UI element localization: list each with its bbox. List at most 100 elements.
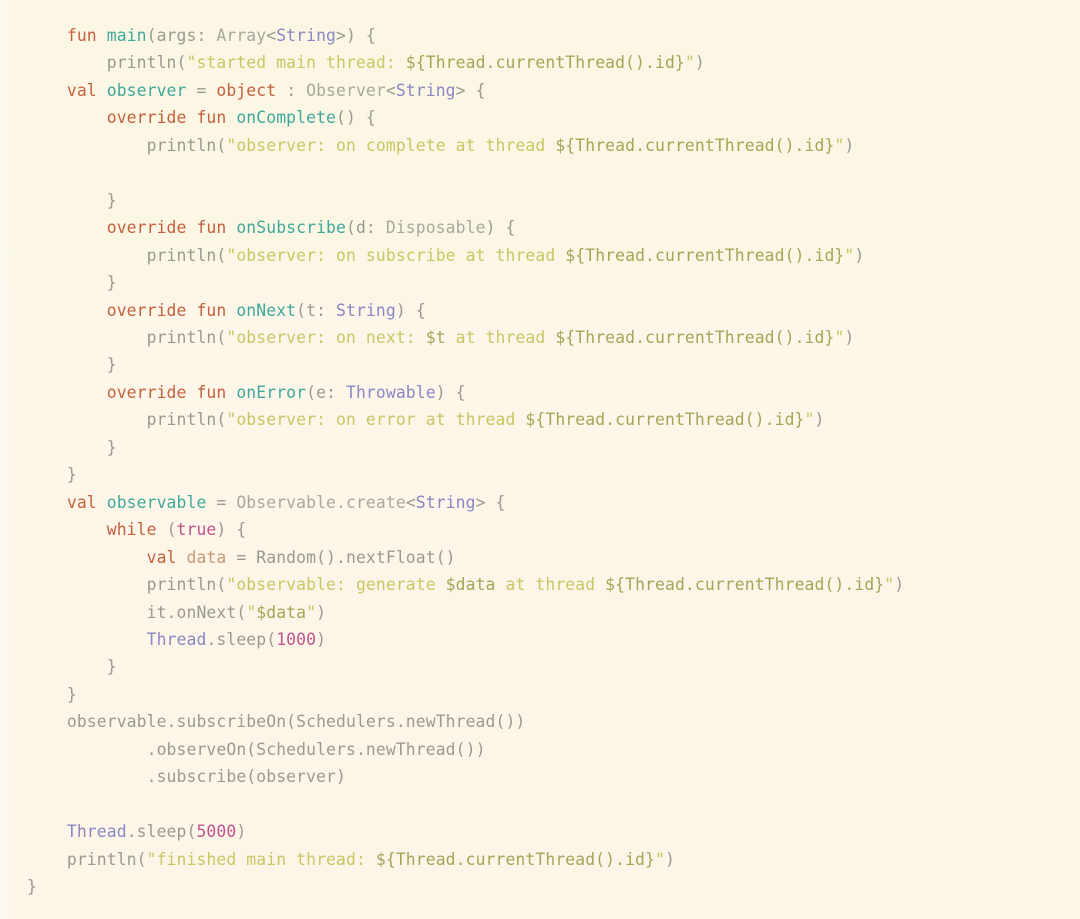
keyword-val: val xyxy=(66,492,97,512)
code-snippet-card: fun main(args: Array<String>) { println(… xyxy=(0,0,1080,919)
punct: ) xyxy=(844,135,855,155)
call-println: println( xyxy=(106,53,187,73)
code-line-18: val observable = Observable.create<Strin… xyxy=(27,489,1080,516)
string-template: ${Thread.currentThread().id} xyxy=(405,53,685,73)
member-sleep: .sleep( xyxy=(206,629,277,649)
keyword-fun: fun xyxy=(196,108,227,128)
code-line-13: } xyxy=(27,351,1080,378)
punct: ) xyxy=(844,327,855,347)
punct: = xyxy=(216,492,227,512)
closing-brace: } xyxy=(66,465,77,485)
string-quote: " xyxy=(684,53,695,73)
keyword-while: while xyxy=(106,520,157,540)
type-string: String xyxy=(336,300,396,320)
property-observer: observer xyxy=(106,80,187,100)
type-string: String xyxy=(395,80,456,100)
code-line-19: while (true) { xyxy=(27,516,1080,543)
code-line-21: println("observable: generate $data at t… xyxy=(27,571,1080,598)
string-template-t: $t xyxy=(425,327,446,347)
literal-true: true xyxy=(176,520,217,540)
string-text: observer: on subscribe at thread xyxy=(236,245,566,265)
param: (t: xyxy=(296,300,337,320)
code-line-16: } xyxy=(27,434,1080,461)
keyword-override: override xyxy=(106,300,187,320)
string-quote: " xyxy=(226,575,237,595)
expr-random-nextfloat: Random().nextFloat() xyxy=(256,547,456,567)
string-quote: " xyxy=(655,849,665,869)
keyword-fun: fun xyxy=(196,300,227,320)
code-line-4: override fun onComplete() { xyxy=(27,104,1080,131)
code-line-27: .observeOn(Schedulers.newThread()) xyxy=(27,736,1080,763)
type-disposable: Disposable xyxy=(385,218,486,238)
code-line-7: } xyxy=(27,187,1080,214)
function-name-oncomplete: onComplete xyxy=(236,108,337,128)
code-line-10: } xyxy=(27,269,1080,296)
code-line-12: println("observer: on next: $t at thread… xyxy=(27,324,1080,351)
function-name-onsubscribe: onSubscribe xyxy=(236,218,346,238)
closing-brace: } xyxy=(66,684,77,704)
param-args: args: xyxy=(156,26,217,45)
code-line-26: observable.subscribeOn(Schedulers.newThr… xyxy=(27,708,1080,735)
code-line-22: it.onNext("$data") xyxy=(27,599,1080,626)
string-template-data: $data xyxy=(445,575,496,595)
code-line-14: override fun onError(e: Throwable) { xyxy=(27,379,1080,406)
kotlin-code-block[interactable]: fun main(args: Array<String>) { println(… xyxy=(0,22,1080,900)
closing-brace: } xyxy=(106,657,117,677)
member-sleep: .sleep( xyxy=(126,822,197,842)
local-value-data: data xyxy=(186,547,227,567)
punct: > xyxy=(455,80,466,100)
keyword-val: val xyxy=(66,80,97,100)
type-observer: Observer xyxy=(306,80,386,100)
function-name-main: main xyxy=(106,26,147,45)
keyword-override: override xyxy=(106,218,187,238)
type-string: String xyxy=(276,26,337,45)
punct: ) xyxy=(316,602,327,622)
call-observable-create: Observable.create xyxy=(236,492,406,512)
string-quote: " xyxy=(804,410,815,430)
call-println: println( xyxy=(146,410,227,430)
string-template: ${Thread.currentThread().id} xyxy=(555,327,835,347)
keyword-fun: fun xyxy=(66,26,97,45)
punct: < xyxy=(385,80,396,100)
string-quote: " xyxy=(834,135,845,155)
keyword-val: val xyxy=(146,547,177,567)
punct: ( xyxy=(166,520,177,540)
literal-5000: 5000 xyxy=(196,822,237,842)
string-quote: " xyxy=(146,849,157,869)
code-line-11: override fun onNext(t: String) { xyxy=(27,297,1080,324)
string-text: at thread xyxy=(445,327,556,347)
call-subscribeon: observable.subscribeOn(Schedulers.newThr… xyxy=(66,712,526,732)
punct: ( xyxy=(146,26,157,45)
string-quote: " xyxy=(306,602,317,622)
punct: < xyxy=(266,26,277,45)
call-it-onnext: it.onNext( xyxy=(146,602,247,622)
property-observable: observable xyxy=(106,492,207,512)
param: (e: xyxy=(306,382,346,402)
string-text: finished main thread: xyxy=(156,849,376,869)
string-quote: " xyxy=(834,327,845,347)
call-println: println( xyxy=(146,327,227,347)
code-line-23: Thread.sleep(1000) xyxy=(27,626,1080,653)
punct: () { xyxy=(336,108,376,128)
call-observeon: .observeOn(Schedulers.newThread()) xyxy=(146,739,486,759)
literal-1000: 1000 xyxy=(276,629,317,649)
string-quote: " xyxy=(844,245,855,265)
string-text: observable: generate xyxy=(236,575,446,595)
code-line-24: } xyxy=(27,653,1080,680)
punct: < xyxy=(405,492,416,512)
string-template: ${Thread.currentThread().id} xyxy=(375,849,655,869)
function-name-onerror: onError xyxy=(236,382,307,402)
punct: >) xyxy=(336,26,356,45)
code-line-15: println("observer: on error at thread ${… xyxy=(27,406,1080,433)
string-quote: " xyxy=(884,575,895,595)
string-quote: " xyxy=(226,245,237,265)
string-template: ${Thread.currentThread().id} xyxy=(525,410,805,430)
punct: ) xyxy=(854,245,865,265)
code-line-3: val observer = object : Observer<String>… xyxy=(27,77,1080,104)
keyword-override: override xyxy=(106,108,187,128)
code-line-20: val data = Random().nextFloat() xyxy=(27,544,1080,571)
punct: ) xyxy=(236,822,247,842)
punct: ) xyxy=(894,575,905,595)
call-println: println( xyxy=(146,135,227,155)
code-line-32: } xyxy=(27,873,1080,900)
